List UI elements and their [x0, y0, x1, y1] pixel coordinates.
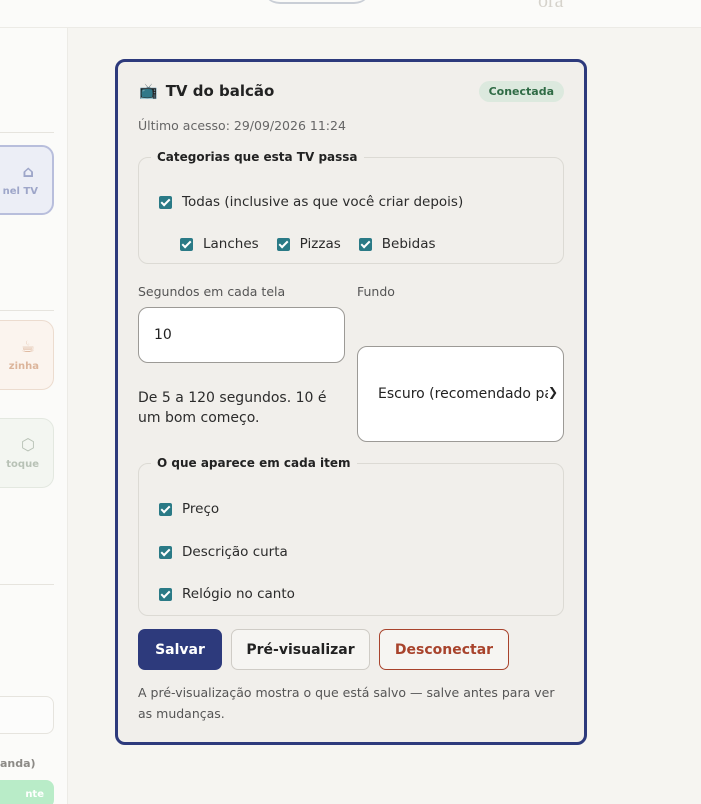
option-label: Relógio no canto	[182, 586, 295, 602]
sidebar-item-estoque[interactable]: ⬡ toque	[0, 418, 54, 488]
box-icon: ⬡	[21, 434, 35, 454]
chevron-down-icon: ❯	[547, 385, 558, 399]
item-fields-legend: O que aparece em cada item	[157, 456, 351, 470]
price-checkbox[interactable]	[159, 502, 172, 516]
sidebar-footer-button[interactable]: nte	[0, 780, 54, 804]
category-checkbox[interactable]	[276, 237, 290, 251]
option-label: Descrição curta	[182, 544, 288, 560]
preview-button[interactable]: Pré-visualizar	[231, 629, 370, 670]
card-header: 📺 TV do balcão	[139, 82, 274, 100]
categories-fieldset: Categorias que esta TV passa Todas (incl…	[138, 150, 564, 264]
option-price[interactable]: Preço	[159, 501, 219, 517]
background-label: Fundo	[357, 284, 395, 299]
divider	[0, 584, 54, 585]
short-description-checkbox[interactable]	[159, 545, 172, 559]
all-categories-label: Todas (inclusive as que você criar depoi…	[182, 194, 464, 210]
sidebar-footer-text: anda)	[0, 757, 36, 770]
option-label: Preço	[182, 501, 220, 517]
seconds-hint: De 5 a 120 segundos. 10 é um bom começo.	[138, 390, 327, 426]
top-header: ora	[0, 0, 701, 28]
tv-icon: 📺	[139, 82, 158, 100]
disconnect-button[interactable]: Desconectar	[379, 629, 509, 670]
tv-config-card: 📺 TV do balcão Conectada Último acesso: …	[115, 59, 587, 745]
card-title: TV do balcão	[165, 82, 275, 100]
home-icon: ⌂	[22, 161, 34, 181]
sidebar-item-label: nel TV	[2, 185, 38, 197]
brand-name: ora	[538, 0, 564, 12]
seconds-input[interactable]: 10	[138, 307, 345, 363]
background-select[interactable]: Escuro (recomendado para TV) ❯	[357, 346, 564, 442]
background-selected-value: Escuro (recomendado para TV)	[378, 386, 548, 402]
last-access-text: Último acesso: 29/09/2026 11:24	[138, 118, 346, 133]
divider	[0, 310, 54, 311]
category-checkbox[interactable]	[180, 237, 193, 251]
sidebar-item-painel-tv[interactable]: ⌂ nel TV	[0, 145, 54, 215]
all-categories-option[interactable]: Todas (inclusive as que você criar depoi…	[159, 194, 463, 210]
category-label: Lanches	[203, 236, 259, 252]
all-categories-checkbox[interactable]	[159, 195, 172, 209]
category-options: Lanches Pizzas Bebidas	[180, 236, 436, 252]
category-option-lanches[interactable]: Lanches	[180, 236, 259, 252]
preview-footnote: A pré-visualização mostra o que está sal…	[138, 685, 555, 721]
clock-checkbox[interactable]	[159, 587, 172, 601]
category-checkbox[interactable]	[358, 237, 372, 251]
sidebar-item-cozinha[interactable]: ☕ zinha	[0, 320, 54, 390]
sidebar-item-label: zinha	[8, 360, 39, 372]
category-option-bebidas[interactable]: Bebidas	[358, 236, 436, 252]
option-short-description[interactable]: Descrição curta	[159, 544, 288, 560]
item-fields-fieldset: O que aparece em cada item Preço Descriç…	[138, 456, 564, 616]
categories-legend: Categorias que esta TV passa	[157, 150, 358, 164]
category-option-pizzas[interactable]: Pizzas	[276, 236, 341, 252]
sidebar-box[interactable]	[0, 696, 54, 734]
category-label: Pizzas	[299, 236, 341, 252]
category-label: Bebidas	[381, 236, 436, 252]
save-button[interactable]: Salvar	[138, 629, 222, 670]
logo	[262, 0, 372, 4]
sidebar-item-label: toque	[6, 458, 39, 470]
sidebar: ⌂ nel TV ☕ zinha ⬡ toque anda) nte	[0, 28, 68, 804]
seconds-label: Segundos em cada tela	[138, 284, 286, 299]
option-clock[interactable]: Relógio no canto	[159, 586, 295, 602]
divider	[0, 132, 54, 133]
status-badge: Conectada	[478, 81, 564, 102]
cup-icon: ☕	[20, 336, 35, 356]
